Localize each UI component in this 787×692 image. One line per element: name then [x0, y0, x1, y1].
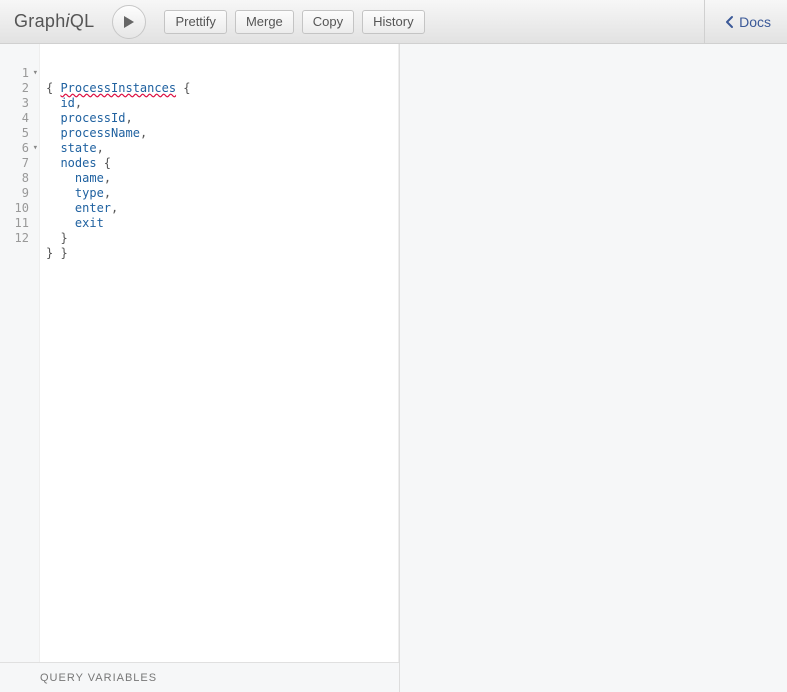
docs-area: Docs — [704, 0, 777, 43]
query-variables-label: Query Variables — [40, 672, 157, 684]
merge-button[interactable]: Merge — [235, 10, 294, 34]
line-number: 2 — [0, 81, 39, 96]
history-button[interactable]: History — [362, 10, 424, 34]
line-number: 3 — [0, 96, 39, 111]
app-logo: GraphiQL — [14, 11, 94, 32]
line-number: 6 — [0, 141, 39, 156]
line-number: 9 — [0, 186, 39, 201]
line-number: 4 — [0, 111, 39, 126]
query-pane: 1 2 3 4 5 6 7 8 9 10 11 12 { ProcessInst… — [0, 44, 400, 692]
line-number: 11 — [0, 216, 39, 231]
line-gutter: 1 2 3 4 5 6 7 8 9 10 11 12 — [0, 44, 40, 662]
line-number: 8 — [0, 171, 39, 186]
play-icon — [123, 15, 135, 29]
query-variables-toggle[interactable]: Query Variables — [0, 662, 399, 692]
docs-label: Docs — [739, 14, 771, 30]
line-number: 7 — [0, 156, 39, 171]
topbar: GraphiQL Prettify Merge Copy History Doc… — [0, 0, 787, 44]
execute-button[interactable] — [112, 5, 146, 39]
line-number: 1 — [0, 66, 39, 81]
docs-button[interactable]: Docs — [719, 10, 777, 34]
line-number: 12 — [0, 231, 39, 246]
main-area: 1 2 3 4 5 6 7 8 9 10 11 12 { ProcessInst… — [0, 44, 787, 692]
toolbar-button-group: Prettify Merge Copy History — [164, 10, 424, 34]
line-number: 10 — [0, 201, 39, 216]
result-pane — [400, 44, 787, 692]
query-editor[interactable]: { ProcessInstances { id, processId, proc… — [40, 44, 399, 662]
chevron-left-icon — [725, 15, 735, 29]
line-number: 5 — [0, 126, 39, 141]
prettify-button[interactable]: Prettify — [164, 10, 226, 34]
copy-button[interactable]: Copy — [302, 10, 354, 34]
